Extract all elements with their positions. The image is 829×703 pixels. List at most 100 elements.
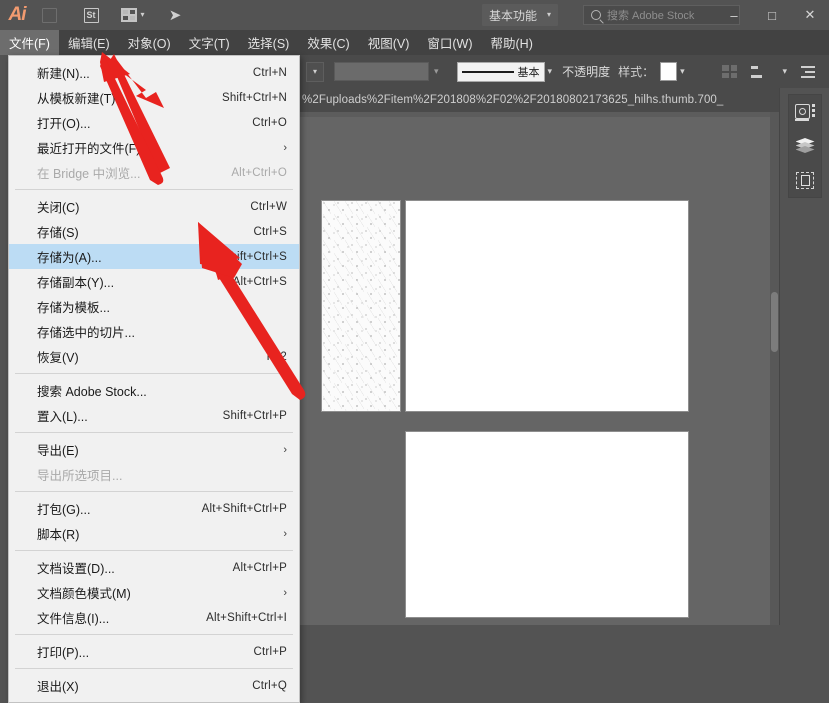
- stroke-chevron-down-icon[interactable]: ▾: [548, 66, 553, 77]
- artboard-white-bottom[interactable]: [406, 432, 688, 617]
- menu-package[interactable]: 打包(G)... Alt+Shift+Ctrl+P: [9, 496, 299, 521]
- menu-select-label: 选择(S): [247, 37, 290, 51]
- menu-browse-in-bridge-label: 在 Bridge 中浏览...: [37, 167, 141, 181]
- menu-save-as-shortcut: Shift+Ctrl+S: [222, 250, 287, 263]
- document-tab[interactable]: %2Fuploads%2Fitem%2F201808%2F02%2F201808…: [300, 88, 779, 113]
- menu-close[interactable]: 关闭(C) Ctrl+W: [9, 194, 299, 219]
- menu-help[interactable]: 帮助(H): [482, 30, 542, 55]
- menu-exit[interactable]: 退出(X) Ctrl+Q: [9, 673, 299, 698]
- menu-search-adobe-stock[interactable]: 搜索 Adobe Stock...: [9, 378, 299, 403]
- document-options-icon[interactable]: [801, 65, 815, 78]
- menu-new-from-template-label: 从模板新建(T)...: [37, 92, 126, 106]
- artboard-white-top[interactable]: [406, 201, 688, 411]
- menu-new[interactable]: 新建(N)... Ctrl+N: [9, 60, 299, 85]
- artboard-textured[interactable]: [322, 201, 400, 411]
- menu-save-as-template-label: 存储为模板...: [37, 301, 110, 315]
- maximize-button[interactable]: □: [753, 0, 791, 30]
- menu-view[interactable]: 视图(V): [359, 30, 419, 55]
- workspace-chevron-down-icon: ▾: [547, 10, 552, 19]
- menu-print-label: 打印(P)...: [37, 646, 90, 660]
- menu-save[interactable]: 存储(S) Ctrl+S: [9, 219, 299, 244]
- stroke-profile-select[interactable]: 基本: [456, 61, 545, 82]
- menu-export[interactable]: 导出(E) ›: [9, 437, 299, 462]
- menu-close-shortcut: Ctrl+W: [250, 200, 287, 213]
- opacity-label: 不透明度: [562, 65, 611, 79]
- search-icon: [591, 10, 601, 20]
- menu-revert-shortcut: F12: [266, 350, 287, 363]
- fill-chevron-down-icon[interactable]: ▾: [306, 61, 324, 82]
- menu-window[interactable]: 窗口(W): [418, 30, 481, 55]
- menu-effect[interactable]: 效果(C): [298, 30, 358, 55]
- menu-type[interactable]: 文字(T): [180, 30, 239, 55]
- search-placeholder-text: 搜索 Adobe Stock: [607, 10, 695, 22]
- minimize-button[interactable]: –: [715, 0, 753, 30]
- bridge-glyph: [41, 7, 57, 23]
- properties-panel-icon[interactable]: [793, 101, 817, 123]
- fill-color-field[interactable]: [334, 62, 429, 81]
- menu-separator: [15, 550, 293, 551]
- menu-place-shortcut: Shift+Ctrl+P: [222, 409, 287, 422]
- bridge-icon[interactable]: [34, 0, 64, 30]
- align-icon[interactable]: [722, 65, 738, 78]
- right-panel-dock: [779, 88, 829, 625]
- menu-open-recent[interactable]: 最近打开的文件(F) ›: [9, 135, 299, 160]
- illustrator-window: Ai St ▾ ➤ 基本功能 ▾ 搜索 Adobe Stock – □ ✕ 文件…: [0, 0, 829, 703]
- workspace-switcher[interactable]: 基本功能 ▾: [482, 4, 559, 26]
- control-bar-right-group: ▾: [722, 65, 829, 79]
- menu-print-shortcut: Ctrl+P: [253, 645, 287, 658]
- style-label: 样式：: [618, 65, 655, 79]
- menu-save-a-copy-shortcut: Alt+Ctrl+S: [232, 275, 287, 288]
- menu-place[interactable]: 置入(L)... Shift+Ctrl+P: [9, 403, 299, 428]
- menu-save-selected-slices[interactable]: 存储选中的切片...: [9, 319, 299, 344]
- menu-file[interactable]: 文件(F): [0, 30, 59, 55]
- scrollbar-thumb[interactable]: [771, 292, 778, 352]
- menu-open-label: 打开(O)...: [37, 117, 91, 131]
- menu-edit[interactable]: 编辑(E): [59, 30, 119, 55]
- artboards-panel-icon[interactable]: [793, 169, 817, 191]
- menu-revert[interactable]: 恢复(V) F12: [9, 344, 299, 369]
- arrange-documents-icon[interactable]: ▾: [118, 0, 148, 30]
- menu-save-as-template[interactable]: 存储为模板...: [9, 294, 299, 319]
- layers-panel-icon[interactable]: [793, 135, 817, 157]
- menu-scripts-label: 脚本(R): [37, 528, 80, 542]
- menu-type-label: 文字(T): [188, 37, 230, 51]
- style-chevron-down-icon[interactable]: ▾: [680, 66, 685, 77]
- menu-scripts[interactable]: 脚本(R) ›: [9, 521, 299, 546]
- document-tab-title: %2Fuploads%2Fitem%2F201808%2F02%2F201808…: [302, 94, 724, 106]
- menu-save-a-copy[interactable]: 存储副本(Y)... Alt+Ctrl+S: [9, 269, 299, 294]
- share-glyph: ➤: [168, 7, 182, 24]
- menu-save-shortcut: Ctrl+S: [253, 225, 287, 238]
- menu-save-as[interactable]: 存储为(A)... Shift+Ctrl+S: [9, 244, 299, 269]
- arrange-chevron-down-icon: ▾: [140, 10, 145, 19]
- menu-document-setup[interactable]: 文档设置(D)... Alt+Ctrl+P: [9, 555, 299, 580]
- panel-icon-group: [788, 94, 822, 198]
- menu-print[interactable]: 打印(P)... Ctrl+P: [9, 639, 299, 664]
- menu-new-from-template[interactable]: 从模板新建(T)... Shift+Ctrl+N: [9, 85, 299, 110]
- menu-file-info[interactable]: 文件信息(I)... Alt+Shift+Ctrl+I: [9, 605, 299, 630]
- stroke-preset-label: 基本: [517, 66, 540, 79]
- menu-object-label: 对象(O): [127, 37, 171, 51]
- menu-bar: 文件(F) 编辑(E) 对象(O) 文字(T) 选择(S) 效果(C) 视图(V) 窗口(W)…: [0, 30, 829, 56]
- transform-chevron-down-icon[interactable]: ▾: [782, 66, 787, 77]
- menu-open[interactable]: 打开(O)... Ctrl+O: [9, 110, 299, 135]
- menu-close-label: 关闭(C): [37, 201, 80, 215]
- menu-help-label: 帮助(H): [490, 37, 533, 51]
- menu-scripts-submenu-arrow-icon: ›: [283, 527, 287, 540]
- menu-save-as-label: 存储为(A)...: [37, 251, 102, 265]
- menu-export-submenu-arrow-icon: ›: [283, 443, 287, 456]
- share-icon[interactable]: ➤: [160, 0, 190, 30]
- stock-icon[interactable]: St: [76, 0, 106, 30]
- menu-document-color-mode[interactable]: 文档颜色模式(M) ›: [9, 580, 299, 605]
- menu-search-adobe-stock-label: 搜索 Adobe Stock...: [37, 385, 147, 399]
- menu-select[interactable]: 选择(S): [239, 30, 299, 55]
- menu-separator: [15, 668, 293, 669]
- menu-open-recent-submenu-arrow-icon: ›: [283, 141, 287, 154]
- menu-object[interactable]: 对象(O): [119, 30, 180, 55]
- file-menu-dropdown[interactable]: 新建(N)... Ctrl+N 从模板新建(T)... Shift+Ctrl+N 打开(…: [8, 55, 300, 703]
- transform-icon[interactable]: [751, 65, 765, 79]
- menu-new-label: 新建(N)...: [37, 67, 90, 81]
- close-button[interactable]: ✕: [791, 0, 829, 30]
- canvas-area[interactable]: [300, 112, 779, 625]
- graphic-style-swatch[interactable]: [660, 62, 678, 81]
- canvas-vertical-scrollbar[interactable]: [770, 112, 779, 625]
